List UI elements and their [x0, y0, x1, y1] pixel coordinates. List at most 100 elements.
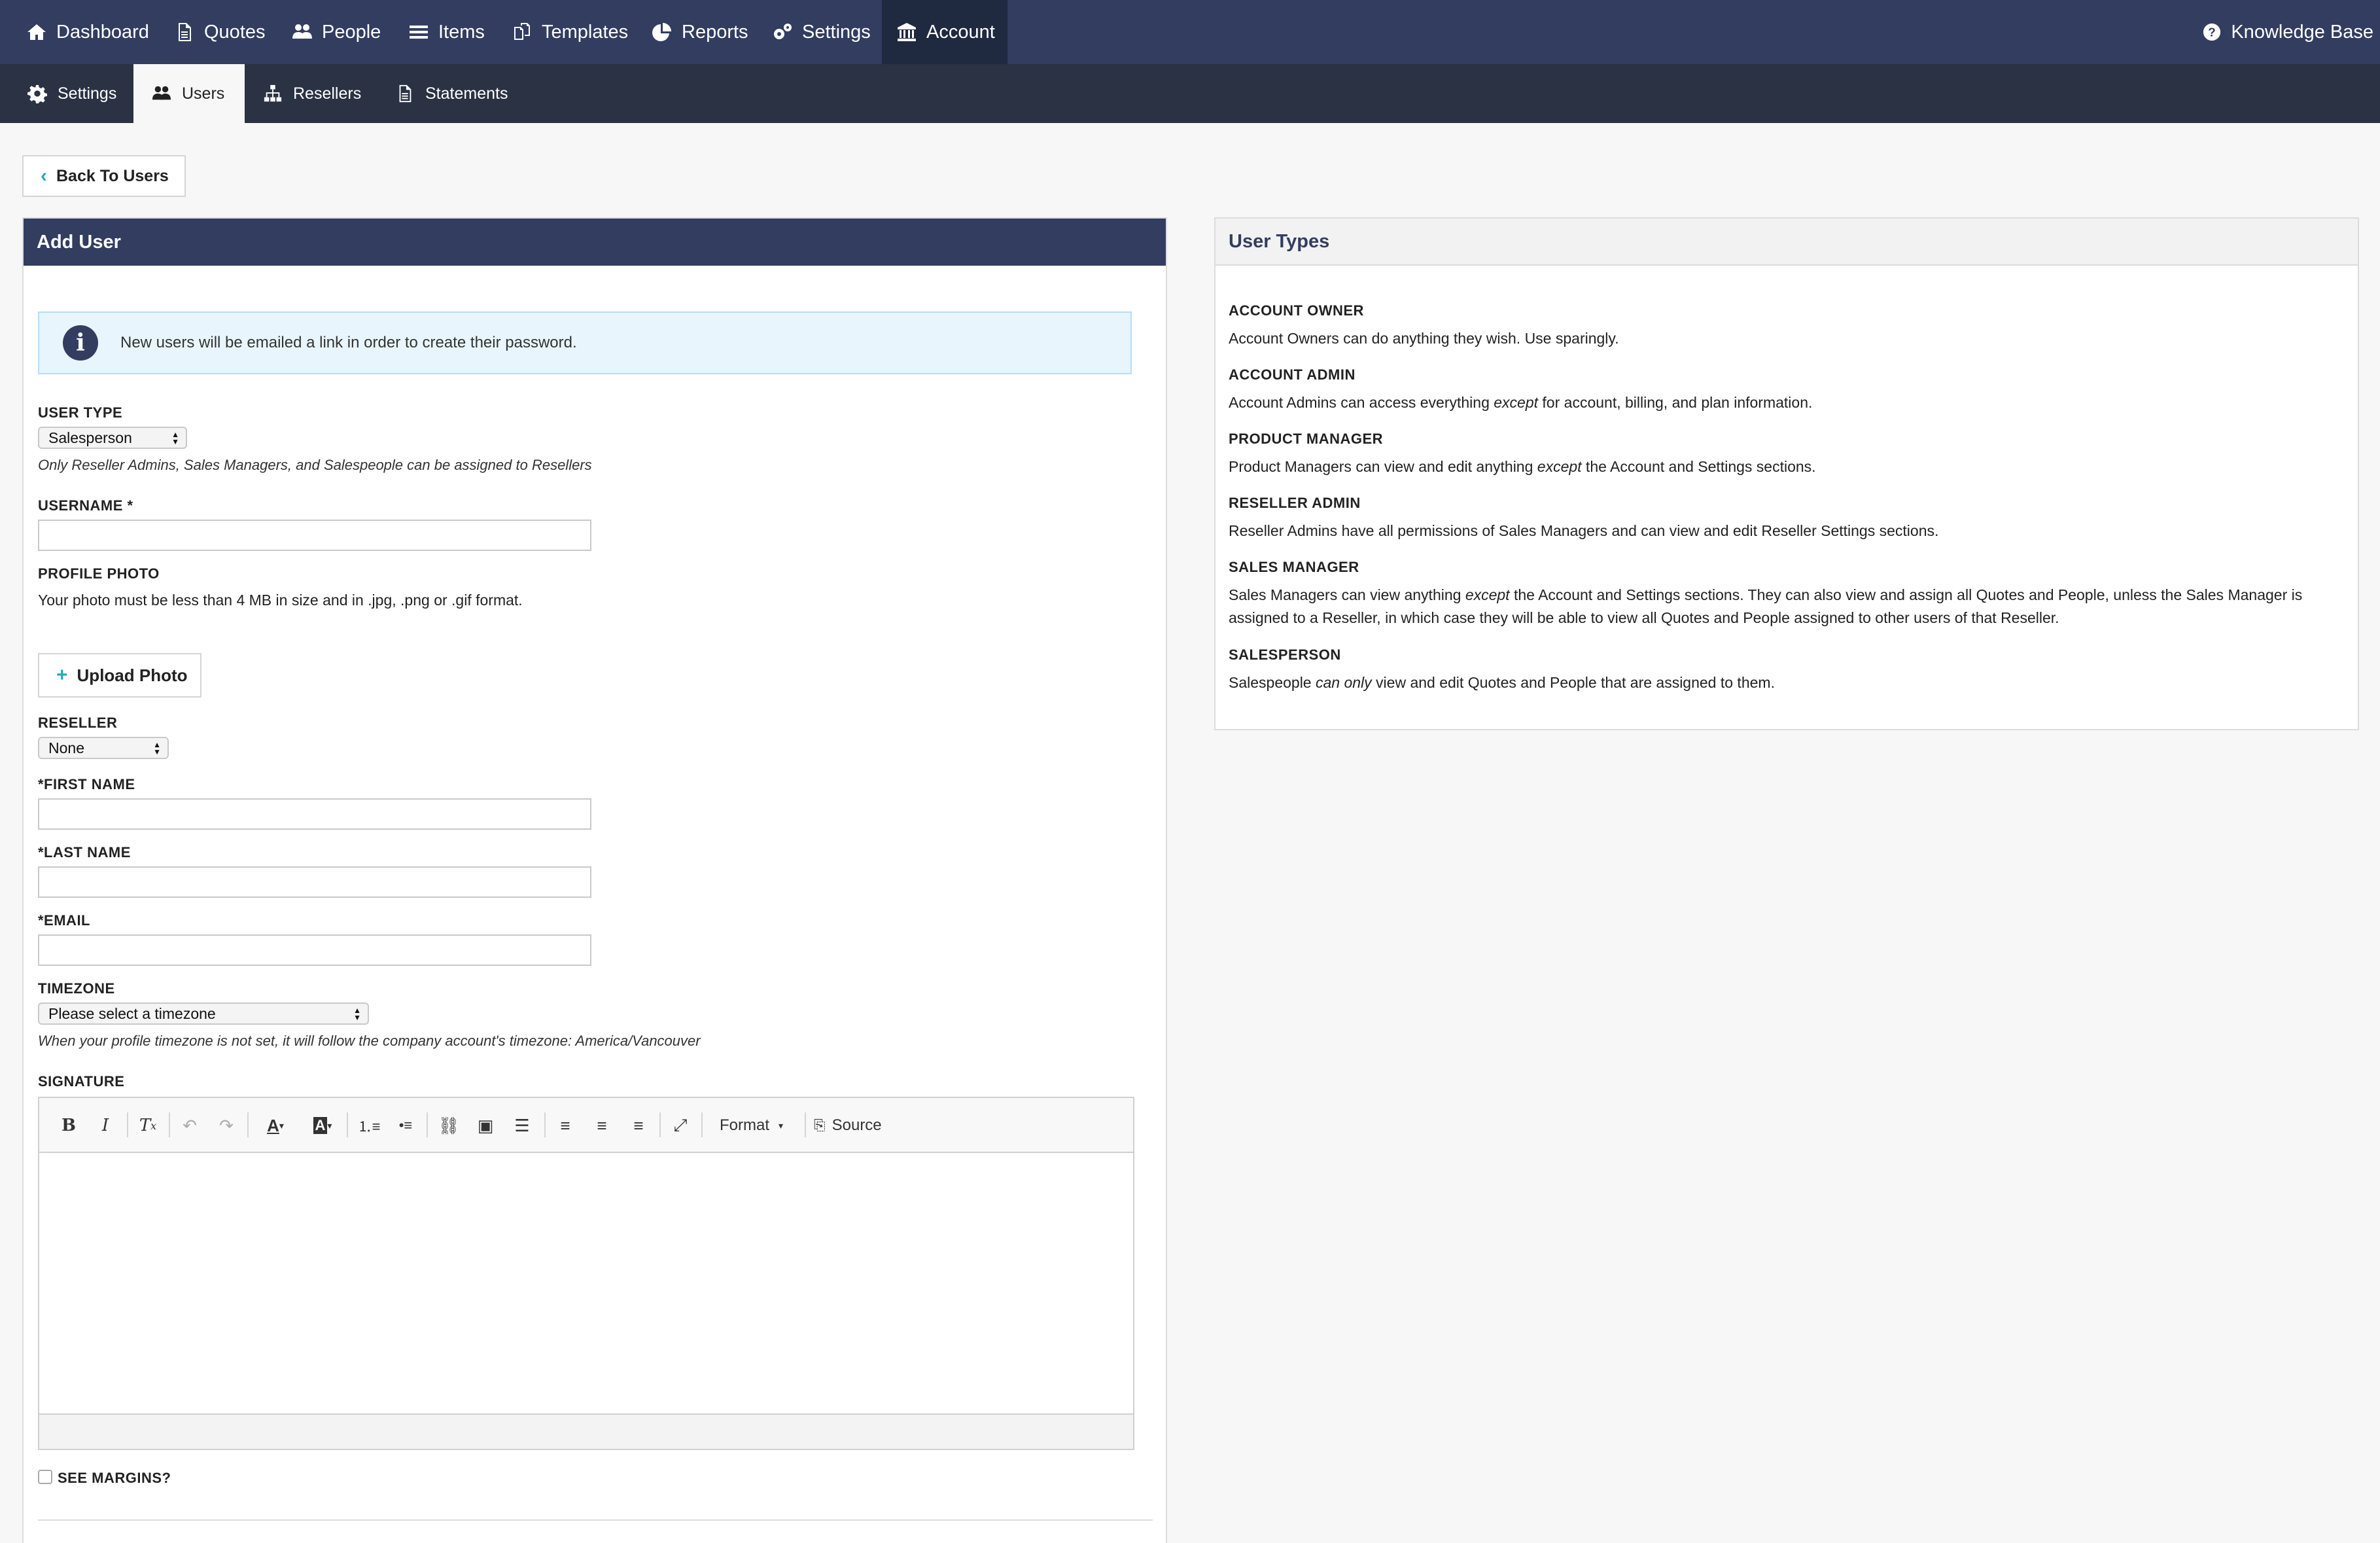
- align-right-icon[interactable]: ≡: [627, 1111, 650, 1140]
- nav-label: Dashboard: [56, 21, 149, 43]
- format-dropdown[interactable]: Format ▾: [720, 1111, 805, 1140]
- top-navigation: Dashboard Quotes People Items Templates …: [0, 0, 2380, 64]
- upload-photo-button[interactable]: + Upload Photo: [38, 653, 201, 698]
- user-type-description: Reseller Admins have all permissions of …: [1229, 522, 1939, 539]
- sitemap-icon: [264, 84, 282, 102]
- toolbar-separator: [427, 1112, 428, 1137]
- divider: [38, 1519, 1153, 1521]
- source-label: Source: [831, 1116, 882, 1134]
- link-icon[interactable]: ⛓: [437, 1111, 461, 1140]
- toolbar-separator: [347, 1112, 348, 1137]
- bulleted-list-icon[interactable]: •≡: [394, 1111, 417, 1140]
- select-arrows-icon: ▲ ▼: [153, 740, 161, 756]
- nav-reports[interactable]: Reports: [652, 0, 748, 64]
- format-label: Format: [720, 1116, 770, 1134]
- maximize-icon[interactable]: ⤢: [669, 1111, 692, 1140]
- back-button-label: Back To Users: [56, 166, 169, 185]
- user-type-name: ACCOUNT ADMIN: [1229, 366, 1356, 383]
- timezone-hint: When your profile timezone is not set, i…: [38, 1033, 701, 1049]
- user-type-select[interactable]: Salesperson ▲ ▼: [38, 427, 187, 449]
- home-icon: [27, 24, 46, 40]
- chevron-down-icon: ▾: [779, 1120, 784, 1131]
- user-type-name: SALES MANAGER: [1229, 559, 1359, 575]
- undo-icon[interactable]: ↶: [178, 1111, 201, 1140]
- align-left-icon[interactable]: ≡: [553, 1111, 577, 1140]
- gears-icon: [774, 24, 792, 39]
- user-type-description: Product Managers can view and edit anyth…: [1229, 458, 1816, 475]
- nav-label: Templates: [542, 21, 629, 43]
- redo-icon[interactable]: ↷: [215, 1111, 238, 1140]
- user-type-hint: Only Reseller Admins, Sales Managers, an…: [38, 457, 592, 473]
- nav-items[interactable]: Items: [408, 0, 485, 64]
- numbered-list-icon[interactable]: ⒈≡: [357, 1111, 381, 1140]
- nav-people[interactable]: People: [292, 0, 381, 64]
- user-type-name: ACCOUNT OWNER: [1229, 302, 1364, 319]
- subnav-statements[interactable]: Statements: [395, 64, 508, 123]
- editor-footer: [39, 1413, 1133, 1449]
- italic-icon[interactable]: I: [96, 1111, 115, 1140]
- nav-dashboard[interactable]: Dashboard: [26, 0, 149, 64]
- knowledge-base-link[interactable]: ? Knowledge Base: [2202, 0, 2373, 64]
- user-type-name: PRODUCT MANAGER: [1229, 431, 1384, 447]
- nav-label: People: [322, 21, 381, 43]
- toolbar-separator: [127, 1112, 128, 1137]
- toolbar-separator: [544, 1112, 546, 1137]
- email-label: *EMAIL: [38, 912, 90, 929]
- horizontal-rule-icon[interactable]: ☰: [510, 1111, 534, 1140]
- image-icon[interactable]: ▣: [474, 1111, 497, 1140]
- plus-icon: +: [56, 664, 68, 686]
- timezone-select[interactable]: Please select a timezone ▲ ▼: [38, 1002, 369, 1025]
- background-color-icon[interactable]: A ▾: [306, 1111, 339, 1140]
- timezone-value: Please select a timezone: [48, 1004, 216, 1022]
- subnav-label: Statements: [425, 84, 508, 103]
- reseller-label: RESELLER: [38, 715, 118, 731]
- source-button[interactable]: ⎘ Source: [814, 1111, 899, 1140]
- nav-templates[interactable]: Templates: [512, 0, 628, 64]
- email-input[interactable]: [38, 934, 591, 966]
- editor-toolbar: B I Tx ↶ ↷ A ▾ A ▾ ⒈≡ •≡ ⛓ ▣ ☰ ≡ ≡ ≡ ⤢ Fo: [39, 1098, 1133, 1153]
- last-name-label: *LAST NAME: [38, 844, 131, 860]
- nav-label: Quotes: [204, 21, 266, 43]
- subnav-label: Users: [182, 84, 225, 103]
- users-icon: [152, 86, 171, 100]
- see-margins-checkbox[interactable]: [38, 1470, 52, 1484]
- see-margins-label: SEE MARGINS?: [58, 1470, 171, 1486]
- signature-editor: B I Tx ↶ ↷ A ▾ A ▾ ⒈≡ •≡ ⛓ ▣ ☰ ≡ ≡ ≡ ⤢ Fo: [38, 1097, 1134, 1450]
- nav-account[interactable]: Account: [882, 0, 1007, 64]
- profile-photo-label: PROFILE PHOTO: [38, 565, 160, 582]
- source-icon: ⎘: [814, 1117, 826, 1133]
- remove-format-icon[interactable]: Tx: [136, 1111, 160, 1140]
- reseller-select[interactable]: None ▲ ▼: [38, 737, 169, 759]
- user-type-name: SALESPERSON: [1229, 647, 1341, 663]
- signature-label: SIGNATURE: [38, 1073, 125, 1090]
- list-icon: [410, 26, 428, 39]
- last-name-input[interactable]: [38, 866, 591, 898]
- toolbar-separator: [169, 1112, 170, 1137]
- bold-icon[interactable]: B: [59, 1111, 79, 1140]
- toolbar-separator: [701, 1112, 703, 1137]
- align-center-icon[interactable]: ≡: [590, 1111, 614, 1140]
- back-to-users-button[interactable]: ‹ Back To Users: [22, 155, 186, 197]
- nav-quotes[interactable]: Quotes: [174, 0, 266, 64]
- subnav-resellers[interactable]: Resellers: [263, 64, 361, 123]
- pie-chart-icon: [652, 23, 671, 41]
- nav-label: Reports: [682, 21, 748, 43]
- chevron-left-icon: ‹: [41, 165, 47, 186]
- document-icon: [399, 84, 411, 103]
- bank-icon: [898, 23, 916, 41]
- subnav-settings[interactable]: Settings: [27, 64, 116, 123]
- subnav-users[interactable]: Users: [133, 64, 245, 123]
- info-message: New users will be emailed a link in orde…: [120, 334, 577, 351]
- toolbar-separator: [247, 1112, 249, 1137]
- text-color-icon[interactable]: A ▾: [259, 1111, 292, 1140]
- username-input[interactable]: [38, 520, 591, 551]
- knowledge-base-label: Knowledge Base: [2231, 21, 2373, 43]
- editor-content-area[interactable]: [39, 1153, 1133, 1415]
- nav-settings[interactable]: Settings: [772, 0, 871, 64]
- profile-photo-hint: Your photo must be less than 4 MB in siz…: [38, 592, 523, 609]
- select-arrows-icon: ▲ ▼: [171, 430, 179, 446]
- panel-title: Add User: [24, 219, 1166, 266]
- first-name-input[interactable]: [38, 798, 591, 830]
- select-arrows-icon: ▲ ▼: [353, 1006, 361, 1022]
- add-user-panel: Add User i New users will be emailed a l…: [22, 217, 1167, 1543]
